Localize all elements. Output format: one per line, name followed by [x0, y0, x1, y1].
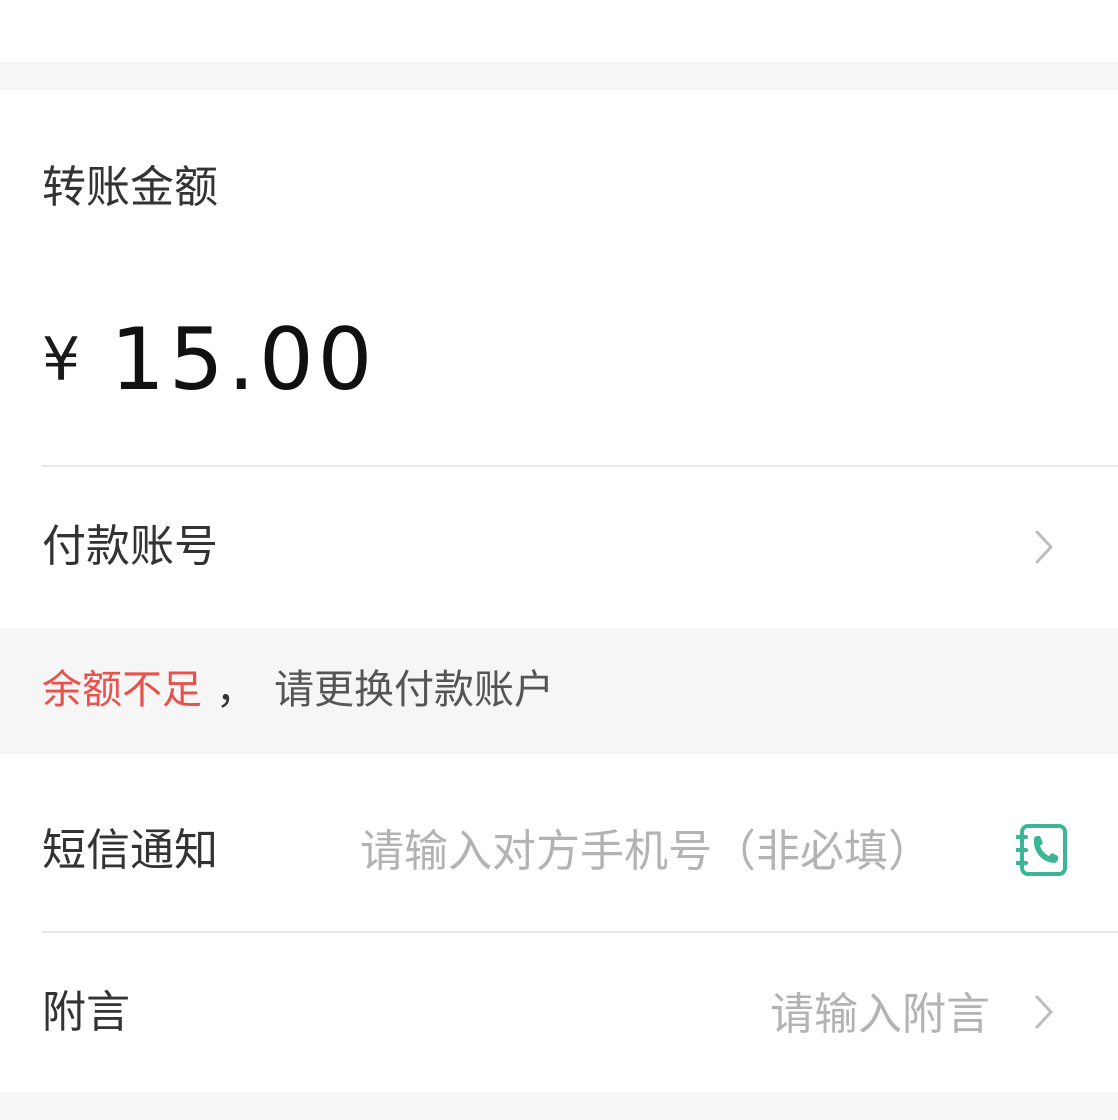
contact-book-phone-icon[interactable] — [1016, 823, 1068, 877]
top-strip — [0, 0, 1118, 62]
warning-separator: ， — [216, 667, 256, 713]
remark-label: 附言 — [42, 987, 130, 1038]
chevron-right-icon — [1035, 530, 1053, 564]
insufficient-balance-text: 余额不足 — [42, 667, 202, 713]
chevron-right-icon — [1035, 995, 1053, 1029]
transfer-page: 转账金额 ¥ 15.00 付款账号 余额不足 ， 请更换付款账户 短信通知 附言 请… — [0, 0, 1118, 1120]
sms-notice-label: 短信通知 — [42, 825, 218, 876]
payment-account-row[interactable]: 付款账号 — [0, 466, 1118, 628]
phone-number-input[interactable] — [360, 818, 1000, 884]
payment-account-label: 付款账号 — [42, 521, 218, 572]
amount-input-row[interactable]: ¥ 15.00 — [42, 310, 376, 410]
amount-label: 转账金额 — [42, 162, 218, 213]
remark-input[interactable]: 请输入附言 — [770, 982, 990, 1048]
warning-text: 余额不足 ， 请更换付款账户 — [42, 660, 554, 720]
section-gap — [0, 62, 1118, 90]
bottom-gap — [0, 1092, 1118, 1120]
amount-input[interactable]: 15.00 — [110, 310, 376, 410]
change-account-text: 请更换付款账户 — [274, 667, 554, 713]
currency-symbol: ¥ — [42, 325, 81, 395]
